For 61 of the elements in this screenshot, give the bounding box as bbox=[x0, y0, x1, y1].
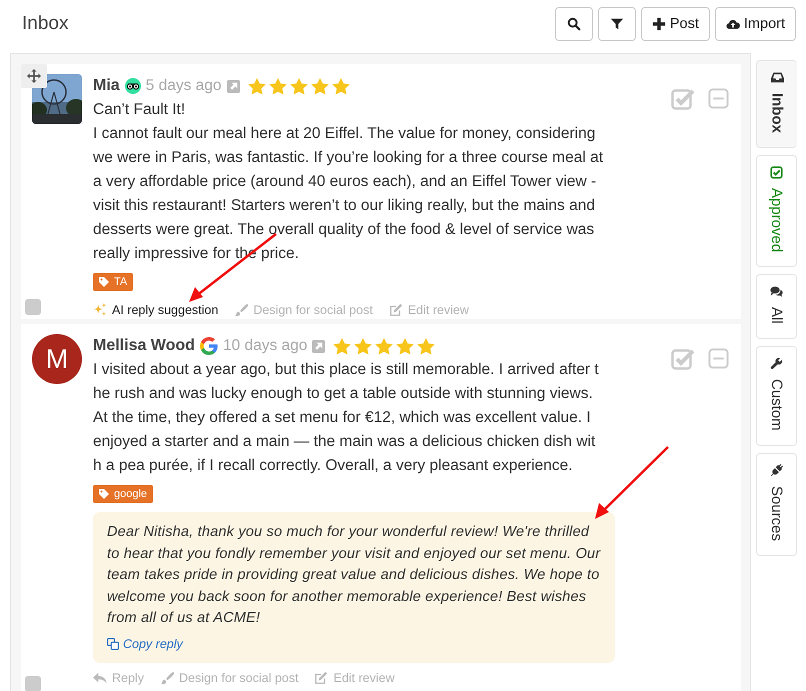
review-title: Can’t Fault It! bbox=[93, 100, 186, 120]
star-icon bbox=[333, 338, 352, 354]
copy-reply-link[interactable]: Copy reply bbox=[107, 636, 183, 650]
inbox-icon bbox=[770, 71, 784, 84]
star-icon bbox=[332, 78, 350, 94]
star-icon bbox=[354, 338, 372, 354]
external-link-icon[interactable] bbox=[312, 340, 326, 352]
star-icon bbox=[248, 78, 266, 94]
search-button[interactable] bbox=[554, 6, 593, 40]
filter-button[interactable] bbox=[598, 6, 636, 40]
review-time: 5 days ago bbox=[146, 77, 222, 95]
source-tag: google bbox=[93, 485, 154, 503]
avatar: M bbox=[32, 334, 82, 384]
search-icon bbox=[566, 16, 581, 30]
toolbar-button[interactable]: Import bbox=[714, 6, 796, 40]
copy-icon bbox=[107, 638, 119, 650]
edit-icon bbox=[388, 303, 403, 317]
tag-icon bbox=[99, 489, 109, 499]
plus-icon bbox=[652, 16, 666, 30]
sparkle-icon bbox=[93, 303, 107, 317]
select-checkbox[interactable] bbox=[25, 676, 41, 691]
star-icon bbox=[290, 78, 308, 94]
side-tab[interactable]: Sources bbox=[756, 452, 797, 556]
filter-icon bbox=[610, 16, 624, 30]
side-tab[interactable]: Approved bbox=[756, 155, 797, 268]
star-icon bbox=[375, 338, 394, 354]
move-icon bbox=[27, 69, 41, 83]
page-title: Inbox bbox=[22, 12, 68, 35]
author-name: Mia bbox=[93, 77, 120, 95]
wrench-icon bbox=[770, 356, 783, 370]
owl-icon bbox=[124, 78, 141, 94]
author-name: Mellisa Wood bbox=[93, 337, 195, 355]
approve-checkbox-icon[interactable] bbox=[671, 88, 697, 110]
reply-icon bbox=[93, 670, 107, 684]
star-icon bbox=[396, 338, 414, 354]
move-handle[interactable] bbox=[21, 64, 47, 88]
side-tab[interactable]: All bbox=[756, 274, 797, 339]
external-link-icon[interactable] bbox=[226, 80, 240, 92]
select-checkbox[interactable] bbox=[25, 299, 41, 315]
brush-icon bbox=[160, 670, 174, 684]
plug-icon bbox=[770, 464, 783, 477]
approve-checkbox-icon[interactable] bbox=[671, 348, 697, 370]
ai-action-link[interactable]: AI reply suggestion bbox=[93, 302, 218, 318]
star-icon bbox=[417, 338, 436, 354]
checkbox-icon bbox=[770, 166, 783, 179]
google-icon bbox=[200, 337, 218, 355]
star-icon bbox=[268, 78, 287, 94]
brush-icon bbox=[234, 303, 248, 317]
side-tab[interactable]: Inbox bbox=[756, 60, 797, 148]
comments-icon bbox=[770, 285, 783, 298]
star-icon bbox=[310, 78, 329, 94]
minus-square-icon[interactable] bbox=[708, 348, 729, 369]
side-tab[interactable]: Custom bbox=[756, 346, 797, 446]
toolbar-button[interactable]: Post bbox=[640, 6, 710, 40]
reply-text: Dear Nitisha, thank you so much for your wonderful review! We're thrilled to hear that you fondly remember your visit and enjoyed our set menu. Our team takes pride in providing great value and delicious dishes. We hope to welcome you back soon for another memorable experience! Best wishes from all of us at ACME! bbox=[107, 523, 602, 628]
review-time: 10 days ago bbox=[222, 337, 308, 355]
tag-icon bbox=[99, 277, 109, 287]
source-tag: TA bbox=[93, 273, 134, 291]
review-text: I visited about a year ago, but this place is still memorable. I arrived after the rush and was lucky enough to get a table outside with stunning views. At the time, they offered a set menu for €12, which was excellent value. I enjoyed a starter and a main — the main was a delicious chicken dish with a pea purée, if I recall correctly. Overall, a very pleasant experience. bbox=[93, 360, 600, 476]
minus-square-icon[interactable] bbox=[708, 88, 729, 109]
edit-icon bbox=[314, 670, 328, 684]
